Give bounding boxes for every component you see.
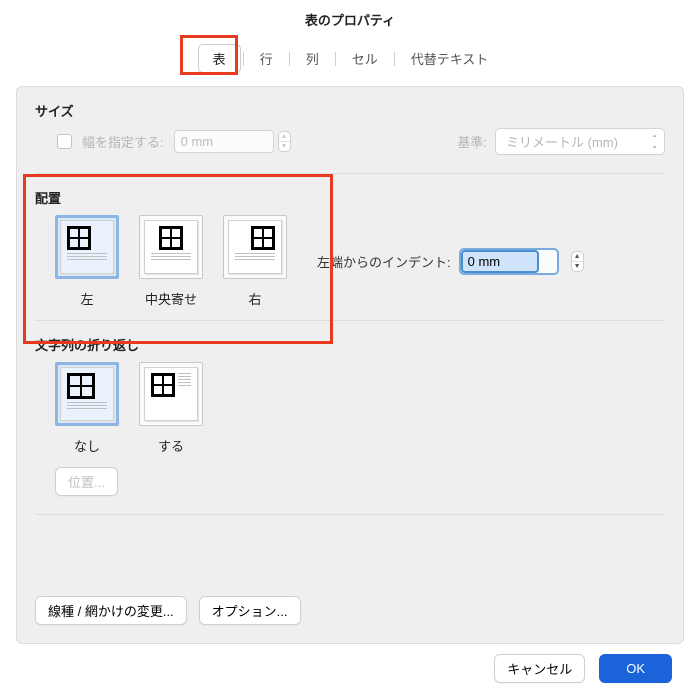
table-icon <box>67 373 95 399</box>
indent-stepper[interactable]: ▲▼ <box>571 251 584 272</box>
indent-input[interactable] <box>461 250 539 273</box>
divider <box>35 514 665 515</box>
options-button[interactable]: オプション... <box>199 596 301 625</box>
width-stepper[interactable]: ▲▼ <box>278 131 291 152</box>
basis-value: ミリメートル (mm) <box>506 132 618 151</box>
tab-divider <box>289 52 290 66</box>
position-button[interactable]: 位置... <box>55 467 118 496</box>
tab-row[interactable]: 行 <box>246 45 287 72</box>
tab-divider <box>335 52 336 66</box>
wrap-do-option[interactable] <box>139 362 203 426</box>
window-title: 表のプロパティ <box>0 0 700 41</box>
tab-divider <box>243 52 244 66</box>
basis-label: 基準: <box>457 132 487 151</box>
section-heading-size: サイズ <box>35 101 665 120</box>
specify-width-checkbox[interactable] <box>57 134 72 149</box>
specify-width-label: 幅を指定する: <box>82 132 164 151</box>
ok-button[interactable]: OK <box>599 654 672 683</box>
basis-dropdown[interactable]: ミリメートル (mm) ⌃⌄ <box>495 128 665 155</box>
width-input[interactable] <box>174 130 274 153</box>
borders-shading-button[interactable]: 線種 / 網かけの変更... <box>35 596 187 625</box>
table-icon <box>151 373 175 397</box>
table-properties-window: 表のプロパティ 表 行 列 セル 代替テキスト サイズ 幅を指定する: ▲▼ 基… <box>0 0 700 683</box>
tab-alt-text[interactable]: 代替テキスト <box>397 45 503 72</box>
wrap-do-label: する <box>158 436 184 455</box>
tab-divider <box>394 52 395 66</box>
tab-column[interactable]: 列 <box>292 45 333 72</box>
tab-cell[interactable]: セル <box>338 45 392 72</box>
wrap-none-option[interactable] <box>55 362 119 426</box>
highlight-box-tab <box>180 35 238 75</box>
dialog-panel: サイズ 幅を指定する: ▲▼ 基準: ミリメートル (mm) ⌃⌄ 配置 <box>16 86 684 644</box>
wrap-none-label: なし <box>74 436 100 455</box>
indent-label: 左端からのインデント: <box>317 252 451 271</box>
chevron-updown-icon: ⌃⌄ <box>651 135 658 149</box>
tab-bar: 表 行 列 セル 代替テキスト <box>0 41 700 76</box>
highlight-box-alignment <box>23 174 333 344</box>
cancel-button[interactable]: キャンセル <box>494 654 585 683</box>
